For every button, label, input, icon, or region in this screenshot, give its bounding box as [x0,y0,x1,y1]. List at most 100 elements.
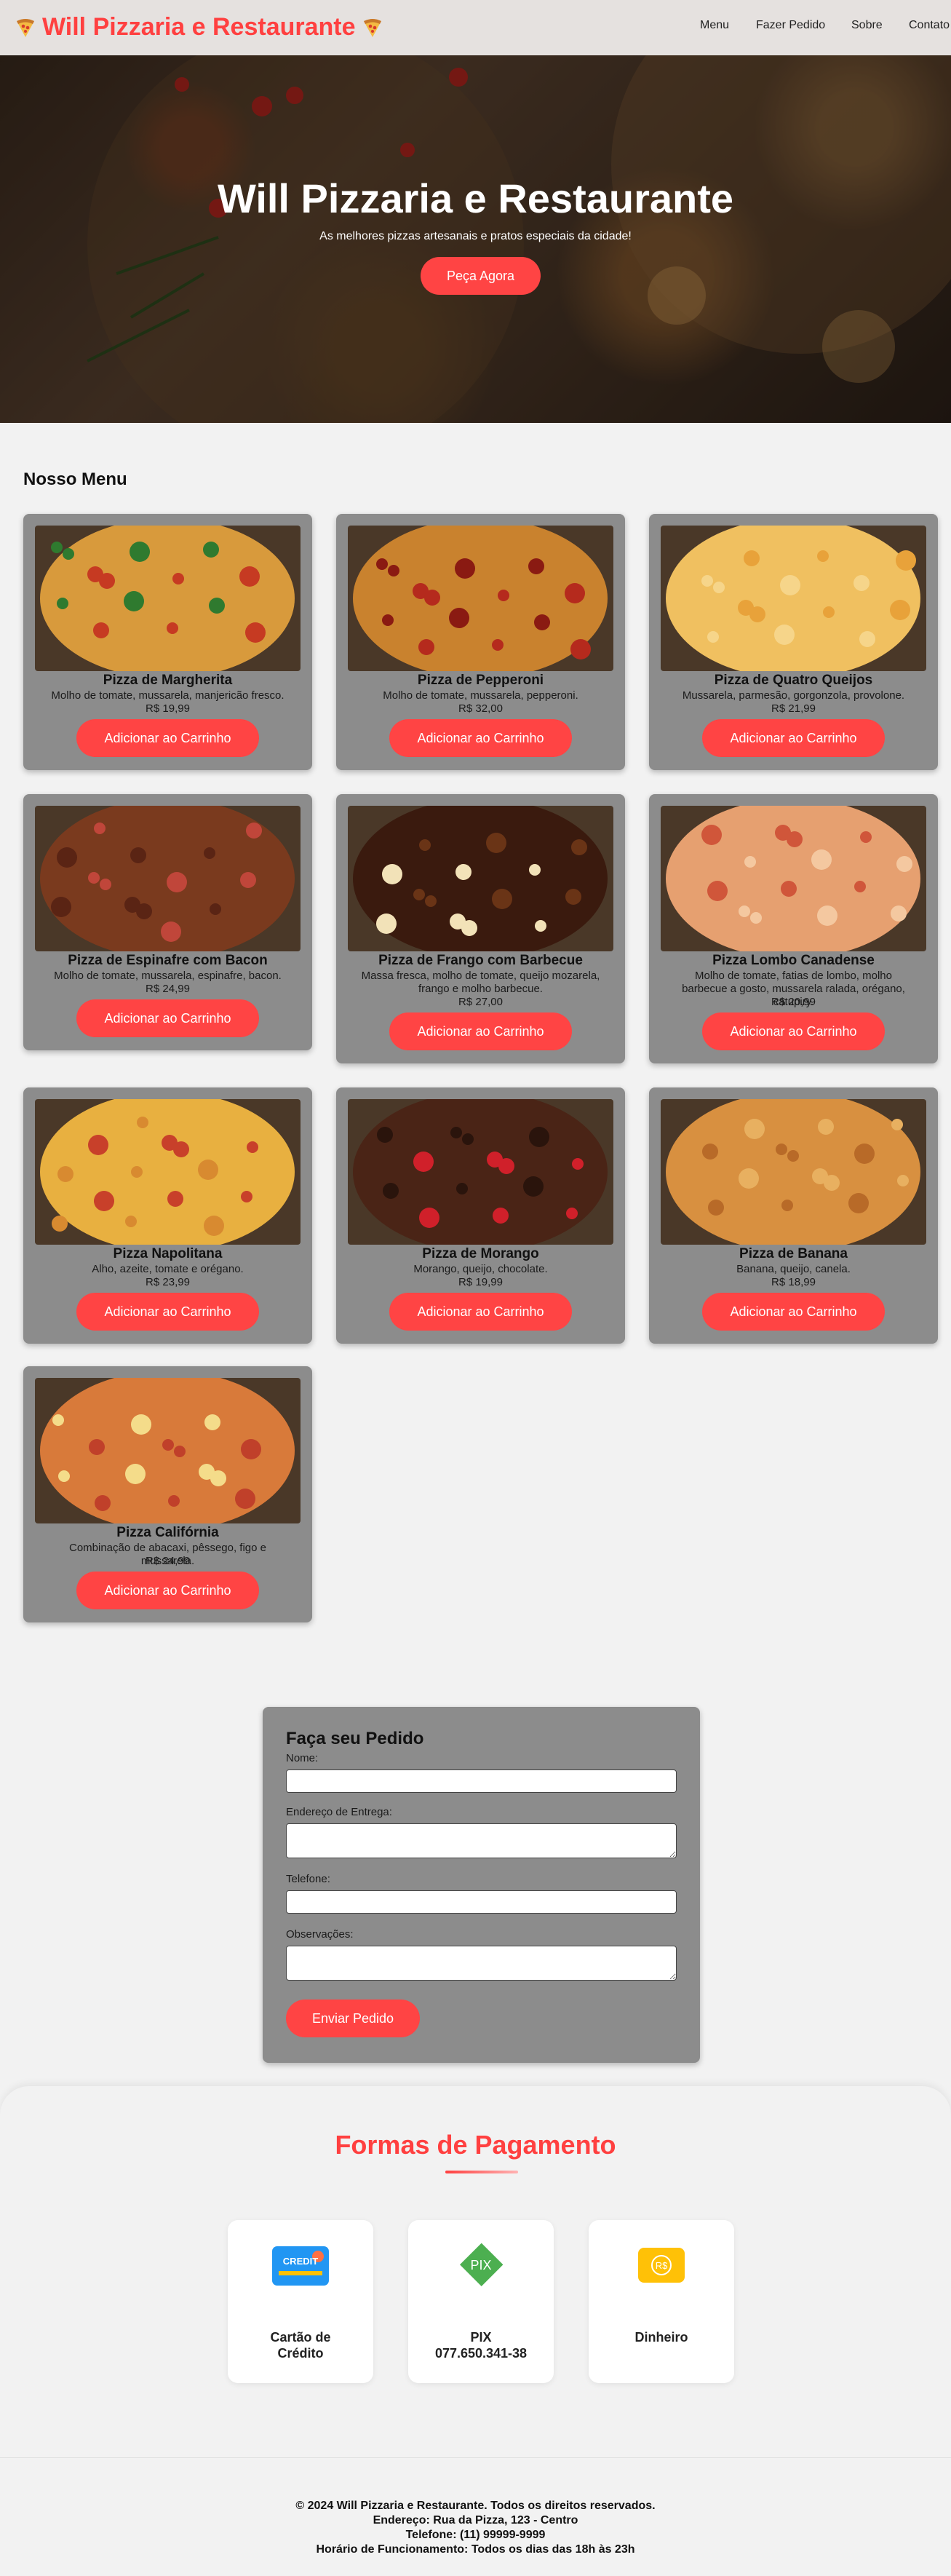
pizza-image [348,1099,613,1245]
notes-input[interactable] [286,1946,677,1981]
pizza-image [348,526,613,671]
footer-address: Endereço: Rua da Pizza, 123 - Centro [373,2514,578,2527]
add-to-cart-button[interactable]: Adicionar ao Carrinho [76,999,259,1037]
order-now-button[interactable]: Peça Agora [421,257,541,295]
payment-card-cash: R$ Dinheiro [589,2220,734,2383]
submit-order-button[interactable]: Enviar Pedido [286,2000,420,2037]
title-underline [445,2171,518,2173]
pizza-image [35,1099,301,1245]
pizza-name: Pizza Napolitana [113,1246,223,1261]
menu-heading: Nosso Menu [23,469,127,489]
pizza-price: R$ 19,99 [146,702,190,715]
pizza-name: Pizza de Frango com Barbecue [378,953,583,968]
pizza-name: Pizza de Banana [739,1246,848,1261]
pizza-price: R$ 32,00 [458,702,503,715]
payment-label-cash: Dinheiro [634,2330,688,2345]
order-form-title: Faça seu Pedido [286,1729,424,1748]
add-to-cart-button[interactable]: Adicionar ao Carrinho [702,1012,885,1050]
pizza-image [35,1378,301,1523]
pizza-price: R$ 23,99 [146,1276,190,1288]
name-input[interactable] [286,1769,677,1793]
pizza-description: Banana, queijo, canela. [736,1263,851,1275]
pix-icon-text: PIX [470,2258,491,2272]
menu-card: Pizza de Margherita Molho de tomate, mus… [23,514,312,770]
pizza-price: R$ 24,99 [146,983,190,995]
pizza-image [35,806,301,951]
add-to-cart-button[interactable]: Adicionar ao Carrinho [702,1293,885,1331]
menu-card: Pizza de Frango com Barbecue Massa fresc… [336,794,625,1063]
main-nav: Menu Fazer Pedido Sobre Contato [0,19,951,36]
pizza-description: Massa fresca, molho de tomate, queijo mo… [361,970,600,995]
pizza-description: Alho, azeite, tomate e orégano. [92,1263,244,1275]
credit-card-icon-text: CREDIT [283,2256,318,2267]
hero-banner: Will Pizzaria e Restaurante As melhores … [0,55,951,423]
menu-card: Pizza Califórnia Combinação de abacaxi, … [23,1366,312,1622]
add-to-cart-button[interactable]: Adicionar ao Carrinho [76,719,259,757]
add-to-cart-button[interactable]: Adicionar ao Carrinho [76,1572,259,1609]
pizza-name: Pizza de Margherita [103,673,233,688]
payment-title: Formas de Pagamento [335,2130,616,2160]
menu-card: Pizza de Morango Morango, queijo, chocol… [336,1087,625,1344]
pizza-price: R$ 20,99 [771,996,816,1008]
nav-order-link[interactable]: Fazer Pedido [756,19,825,32]
footer-phone: Telefone: (11) 99999-9999 [405,2529,546,2541]
nav-about-link[interactable]: Sobre [851,19,883,32]
pizza-name: Pizza Califórnia [116,1525,219,1540]
add-to-cart-button[interactable]: Adicionar ao Carrinho [76,1293,259,1331]
pizza-image [348,806,613,951]
nav-contact-link[interactable]: Contato [909,19,950,32]
pizza-name: Pizza de Morango [422,1246,539,1261]
pizza-description: Morango, queijo, chocolate. [413,1263,548,1275]
pizza-price: R$ 24,99 [146,1555,190,1567]
pizza-description: Mussarela, parmesão, gorgonzola, provolo… [682,689,905,702]
menu-card: Pizza de Quatro Queijos Mussarela, parme… [649,514,938,770]
pizza-description: Molho de tomate, mussarela, pepperoni. [383,689,578,702]
menu-card: Pizza Lombo Canadense Molho de tomate, f… [649,794,938,1063]
pizza-image [35,526,301,671]
payment-label-credit: Cartão de Crédito [270,2330,331,2361]
add-to-cart-button[interactable]: Adicionar ao Carrinho [389,1293,572,1331]
cash-icon: R$ [638,2248,685,2283]
pizza-description: Molho de tomate, mussarela, manjericão f… [51,689,284,702]
pix-icon: PIX [460,2243,504,2286]
hero-title: Will Pizzaria e Restaurante [217,175,734,221]
cash-icon-text: R$ [656,2260,668,2271]
add-to-cart-button[interactable]: Adicionar ao Carrinho [389,719,572,757]
phone-input[interactable] [286,1890,677,1914]
notes-label: Observações: [286,1928,354,1941]
credit-card-icon: CREDIT [272,2246,329,2286]
footer-hours: Horário de Funcionamento: Todos os dias … [316,2543,635,2556]
phone-label: Telefone: [286,1873,330,1885]
pizza-image [661,1099,926,1245]
site-header: Will Pizzaria e Restaurante Menu Fazer P… [0,0,951,55]
menu-card: Pizza de Espinafre com Bacon Molho de to… [23,794,312,1050]
payment-section: Formas de Pagamento CREDIT Cartão de Cré… [0,2086,951,2457]
menu-card: Pizza de Pepperoni Molho de tomate, muss… [336,514,625,770]
add-to-cart-button[interactable]: Adicionar ao Carrinho [702,719,885,757]
menu-card: Pizza Napolitana Alho, azeite, tomate e … [23,1087,312,1344]
payment-card-credit: CREDIT Cartão de Crédito [228,2220,373,2383]
name-label: Nome: [286,1752,319,1764]
order-form: Faça seu Pedido Nome: Endereço de Entreg… [263,1707,700,2063]
pizza-name: Pizza Lombo Canadense [712,953,875,968]
hero-subtitle: As melhores pizzas artesanais e pratos e… [319,230,632,242]
add-to-cart-button[interactable]: Adicionar ao Carrinho [389,1012,572,1050]
site-footer: © 2024 Will Pizzaria e Restaurante. Todo… [0,2457,951,2576]
pizza-description: Molho de tomate, mussarela, espinafre, b… [54,970,282,982]
payment-card-pix: PIX PIX 077.650.341-38 [408,2220,554,2383]
payment-label-pix: PIX 077.650.341-38 [434,2330,528,2361]
address-label: Endereço de Entrega: [286,1806,392,1818]
address-input[interactable] [286,1823,677,1858]
pizza-price: R$ 18,99 [771,1276,816,1288]
nav-menu-link[interactable]: Menu [700,19,729,32]
menu-card: Pizza de Banana Banana, queijo, canela. … [649,1087,938,1344]
pizza-name: Pizza de Pepperoni [417,673,544,688]
pizza-name: Pizza de Espinafre com Bacon [68,953,268,968]
pizza-image [661,806,926,951]
pizza-price: R$ 27,00 [458,996,503,1008]
pizza-name: Pizza de Quatro Queijos [714,673,873,688]
footer-copyright: © 2024 Will Pizzaria e Restaurante. Todo… [295,2500,656,2512]
pizza-image [661,526,926,671]
pizza-price: R$ 21,99 [771,702,816,715]
pizza-price: R$ 19,99 [458,1276,503,1288]
